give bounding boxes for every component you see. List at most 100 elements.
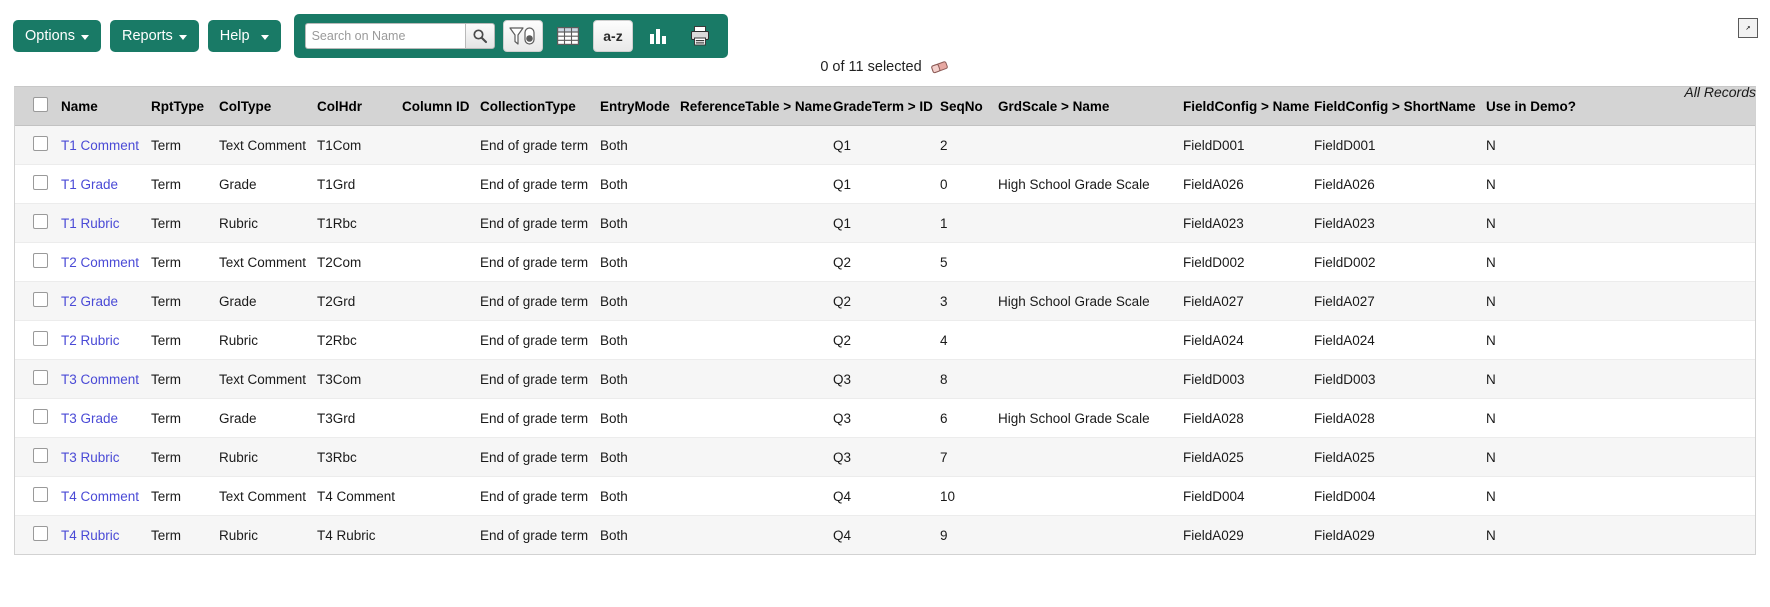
table-row[interactable]: T2 Comment Term Text Comment T2Com End of gr… [15,242,1755,282]
reports-button[interactable]: Reports [109,20,199,52]
cell-colhdr: T3Com [317,359,402,399]
cell-rpttype: Term [151,203,219,243]
chart-button[interactable] [641,20,675,52]
table-row[interactable]: T2 Rubric Term Rubric T2Rbc End of grade ter… [15,320,1755,360]
column-header-collectiontype[interactable]: CollectionType [480,87,600,126]
table-row[interactable]: T1 Grade Term Grade T1Grd End of grade term B… [15,164,1755,204]
row-select-cell [15,515,61,554]
row-checkbox[interactable] [33,448,48,463]
cell-name: T1 Comment [61,125,151,165]
cell-coltype: Grade [219,164,317,204]
cell-grdscale [998,320,1183,360]
cell-fcshort: FieldA028 [1314,398,1486,438]
row-select-cell [15,281,61,321]
table-row[interactable]: T3 Rubric Term Rubric T3Rbc End of grade ter… [15,437,1755,477]
column-header-colhdr[interactable]: ColHdr [317,87,402,126]
column-header-seqno[interactable]: SeqNo [940,87,998,126]
record-name-link[interactable]: T2 Rubric [61,333,120,348]
record-name-link[interactable]: T2 Grade [61,294,118,309]
column-header-columnid[interactable]: Column ID [402,87,480,126]
print-button[interactable] [683,20,717,52]
cell-gradeterm: Q3 [833,437,940,477]
eraser-icon [930,61,948,74]
cell-fcshort: FieldD003 [1314,359,1486,399]
row-select-cell [15,398,61,438]
record-name-link[interactable]: T2 Comment [61,255,139,270]
row-checkbox[interactable] [33,331,48,346]
record-name-link[interactable]: T3 Grade [61,411,118,426]
column-header-rpttype[interactable]: RptType [151,87,219,126]
column-header-coltype[interactable]: ColType [219,87,317,126]
table-row[interactable]: T1 Comment Term Text Comment T1Com End of gr… [15,125,1755,165]
cell-columnid [402,164,480,204]
row-checkbox[interactable] [33,253,48,268]
cell-demo: N [1486,359,1755,399]
row-checkbox[interactable] [33,409,48,424]
select-all-checkbox[interactable] [33,97,48,112]
column-header-name[interactable]: Name [61,87,151,126]
cell-reftable [680,398,833,438]
record-name-link[interactable]: T1 Comment [61,138,139,153]
search-input[interactable] [304,23,465,49]
help-button[interactable]: Help [207,20,281,52]
cell-colhdr: T3Rbc [317,437,402,477]
cell-grdscale [998,476,1183,516]
record-name-link[interactable]: T3 Rubric [61,450,120,465]
cell-colhdr: T4 Comment [317,476,402,516]
cell-coltype: Text Comment [219,476,317,516]
cell-fcname: FieldA028 [1183,398,1314,438]
row-checkbox[interactable] [33,292,48,307]
filter-button[interactable] [502,20,543,52]
cell-reftable [680,359,833,399]
cell-seqno: 4 [940,320,998,360]
expand-button[interactable] [1738,18,1758,38]
table-row[interactable]: T2 Grade Term Grade T2Grd End of grade term B… [15,281,1755,321]
cell-fcshort: FieldD002 [1314,242,1486,282]
row-checkbox[interactable] [33,175,48,190]
column-header-fieldconfig-shortname[interactable]: FieldConfig > ShortName [1314,87,1486,126]
table-row[interactable]: T4 Comment Term Text Comment T4 Comment End … [15,476,1755,516]
cell-seqno: 3 [940,281,998,321]
cell-demo: N [1486,515,1755,554]
record-name-link[interactable]: T4 Rubric [61,528,120,543]
cell-reftable [680,437,833,477]
table-row[interactable]: T3 Grade Term Grade T3Grd End of grade term B… [15,398,1755,438]
table-row[interactable]: T4 Rubric Term Rubric T4 Rubric End of grade… [15,515,1755,554]
cell-collectiontype: End of grade term [480,203,600,243]
column-header-gradeterm-id[interactable]: GradeTerm > ID [833,87,940,126]
record-name-link[interactable]: T1 Grade [61,177,118,192]
sort-az-button[interactable]: a-z [592,20,633,52]
row-checkbox[interactable] [33,526,48,541]
reports-button-label: Reports [121,28,173,44]
cell-coltype: Rubric [219,203,317,243]
column-header-entrymode[interactable]: EntryMode [600,87,680,126]
row-checkbox[interactable] [33,487,48,502]
row-checkbox[interactable] [33,370,48,385]
options-button[interactable]: Options [13,20,101,52]
cell-grdscale [998,242,1183,282]
records-grid-container: Name RptType ColType ColHdr Column ID Co… [14,86,1756,555]
cell-fcshort: FieldD001 [1314,125,1486,165]
record-name-link[interactable]: T4 Comment [61,489,139,504]
cell-coltype: Text Comment [219,359,317,399]
search-button[interactable] [464,23,495,49]
cell-fcname: FieldD004 [1183,476,1314,516]
record-name-link[interactable]: T1 Rubric [61,216,120,231]
row-select-cell [15,125,61,165]
cell-rpttype: Term [151,242,219,282]
column-header-fieldconfig-name[interactable]: FieldConfig > Name [1183,87,1314,126]
record-name-link[interactable]: T3 Comment [61,372,139,387]
row-checkbox[interactable] [33,136,48,151]
cell-grdscale [998,437,1183,477]
column-header-referencetable-name[interactable]: ReferenceTable > Name [680,87,833,126]
cell-colhdr: T1Grd [317,164,402,204]
cell-rpttype: Term [151,125,219,165]
clear-selection-button[interactable] [930,59,950,75]
table-row[interactable]: T1 Rubric Term Rubric T1Rbc End of grade ter… [15,203,1755,243]
cell-fcshort: FieldD004 [1314,476,1486,516]
grid-view-button[interactable] [551,20,585,52]
row-checkbox[interactable] [33,214,48,229]
row-select-cell [15,359,61,399]
column-header-grdscale-name[interactable]: GrdScale > Name [998,87,1183,126]
table-row[interactable]: T3 Comment Term Text Comment T3Com End of gr… [15,359,1755,399]
